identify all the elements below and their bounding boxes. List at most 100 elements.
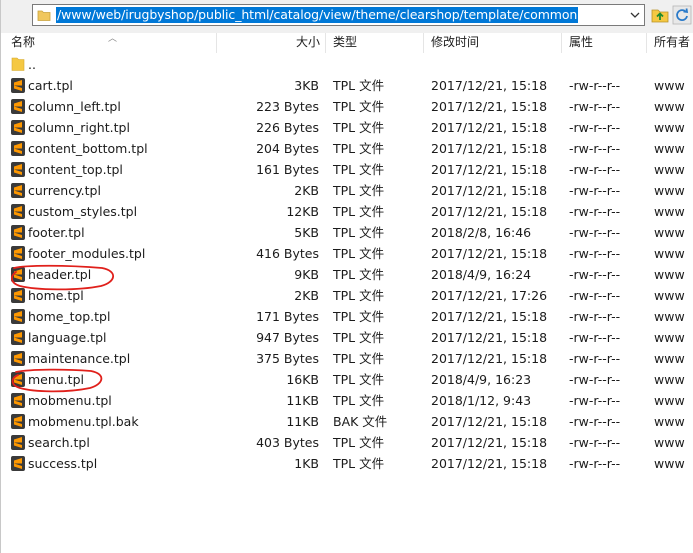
file-owner: www — [654, 162, 685, 177]
file-size: 3KB — [294, 78, 319, 93]
file-size: 2KB — [294, 183, 319, 198]
file-row[interactable]: content_bottom.tpl 204 Bytes TPL 文件 2017/12… — [1, 138, 693, 159]
path-input[interactable]: /www/web/irugbyshop/public_html/catalog/… — [56, 7, 579, 23]
sort-ascending-icon: ︿ — [108, 34, 118, 44]
file-row[interactable]: custom_styles.tpl 12KB TPL 文件 2017/12/21, 1… — [1, 201, 693, 222]
file-permissions: -rw-r--r-- — [569, 351, 621, 366]
file-name: header.tpl — [28, 267, 92, 282]
file-row[interactable]: cart.tpl 3KB TPL 文件 2017/12/21, 15:18 -rw-r-… — [1, 75, 693, 96]
sublime-text-file-icon — [11, 288, 25, 303]
path-combobox[interactable]: /www/web/irugbyshop/public_html/catalog/… — [32, 4, 645, 26]
parent-directory-label: .. — [28, 57, 36, 72]
sublime-text-file-icon — [11, 225, 25, 240]
sublime-text-file-icon — [11, 330, 25, 345]
refresh-icon[interactable] — [672, 5, 692, 25]
column-header: 名称 ︿ 大小 类型 修改时间 属性 所有者 — [1, 33, 693, 53]
file-owner: www — [654, 246, 685, 261]
column-header-size[interactable]: 大小 — [217, 33, 326, 53]
file-permissions: -rw-r--r-- — [569, 183, 621, 198]
file-modified-time: 2017/12/21, 15:18 — [431, 162, 548, 177]
file-modified-time: 2018/4/9, 16:23 — [431, 372, 532, 387]
file-row[interactable]: maintenance.tpl 375 Bytes TPL 文件 2017/12/21… — [1, 348, 693, 369]
file-row[interactable]: column_right.tpl 226 Bytes TPL 文件 2017/12/2… — [1, 117, 693, 138]
sublime-text-file-icon — [11, 162, 25, 177]
file-name: search.tpl — [28, 435, 90, 450]
column-header-permissions[interactable]: 属性 — [562, 33, 647, 53]
file-owner: www — [654, 330, 685, 345]
file-name: mobmenu.tpl.bak — [28, 414, 139, 429]
file-permissions: -rw-r--r-- — [569, 288, 621, 303]
file-modified-time: 2017/12/21, 15:18 — [431, 120, 548, 135]
file-modified-time: 2017/12/21, 15:18 — [431, 141, 548, 156]
sublime-text-file-icon — [11, 141, 25, 156]
file-owner: www — [654, 309, 685, 324]
file-modified-time: 2017/12/21, 15:18 — [431, 78, 548, 93]
file-size: 11KB — [286, 393, 319, 408]
file-name: home.tpl — [28, 288, 84, 303]
file-row[interactable]: search.tpl 403 Bytes TPL 文件 2017/12/21, 15:… — [1, 432, 693, 453]
file-permissions: -rw-r--r-- — [569, 267, 621, 282]
file-size: 204 Bytes — [256, 141, 319, 156]
file-row[interactable]: header.tpl 9KB TPL 文件 2018/4/9, 16:24 -rw-r-… — [1, 264, 693, 285]
file-row[interactable]: content_top.tpl 161 Bytes TPL 文件 2017/12/21… — [1, 159, 693, 180]
file-type: TPL 文件 — [333, 120, 385, 135]
sublime-text-file-icon — [11, 309, 25, 324]
file-row[interactable]: home.tpl 2KB TPL 文件 2017/12/21, 17:26 -rw-r-… — [1, 285, 693, 306]
file-row[interactable]: menu.tpl 16KB TPL 文件 2018/4/9, 16:23 -rw-r--… — [1, 369, 693, 390]
sublime-text-file-icon — [11, 351, 25, 366]
file-size: 226 Bytes — [256, 120, 319, 135]
file-permissions: -rw-r--r-- — [569, 372, 621, 387]
file-permissions: -rw-r--r-- — [569, 330, 621, 345]
file-row[interactable]: language.tpl 947 Bytes TPL 文件 2017/12/21, 1… — [1, 327, 693, 348]
file-row[interactable]: footer.tpl 5KB TPL 文件 2018/2/8, 16:46 -rw-r-… — [1, 222, 693, 243]
file-permissions: -rw-r--r-- — [569, 435, 621, 450]
column-header-mtime[interactable]: 修改时间 — [424, 33, 562, 53]
file-size: 161 Bytes — [256, 162, 319, 177]
file-name: maintenance.tpl — [28, 351, 131, 366]
sublime-text-file-icon — [11, 435, 25, 450]
file-permissions: -rw-r--r-- — [569, 309, 621, 324]
column-header-type[interactable]: 类型 — [326, 33, 424, 53]
file-browser-window: /www/web/irugbyshop/public_html/catalog/… — [0, 0, 693, 553]
path-toolbar: /www/web/irugbyshop/public_html/catalog/… — [1, 0, 693, 34]
file-row[interactable]: success.tpl 1KB TPL 文件 2017/12/21, 15:18 -rw… — [1, 453, 693, 474]
file-name: content_top.tpl — [28, 162, 123, 177]
file-type: TPL 文件 — [333, 162, 385, 177]
file-name: column_left.tpl — [28, 99, 121, 114]
chevron-down-icon[interactable] — [628, 8, 642, 22]
sublime-text-file-icon — [11, 204, 25, 219]
column-header-owner[interactable]: 所有者 — [647, 33, 693, 53]
parent-directory-icon[interactable] — [650, 5, 670, 25]
file-owner: www — [654, 435, 685, 450]
file-type: TPL 文件 — [333, 309, 385, 324]
file-row[interactable]: column_left.tpl 223 Bytes TPL 文件 2017/12/21… — [1, 96, 693, 117]
column-header-name[interactable]: 名称 ︿ — [1, 33, 217, 53]
file-size: 12KB — [286, 204, 319, 219]
file-name: custom_styles.tpl — [28, 204, 138, 219]
file-modified-time: 2017/12/21, 15:18 — [431, 351, 548, 366]
sublime-text-file-icon — [11, 456, 25, 471]
file-row[interactable]: currency.tpl 2KB TPL 文件 2017/12/21, 15:18 -r… — [1, 180, 693, 201]
file-type: TPL 文件 — [333, 204, 385, 219]
file-permissions: -rw-r--r-- — [569, 141, 621, 156]
sublime-text-file-icon — [11, 372, 25, 387]
file-owner: www — [654, 288, 685, 303]
file-owner: www — [654, 372, 685, 387]
parent-directory-row[interactable]: .. — [1, 54, 693, 75]
file-permissions: -rw-r--r-- — [569, 225, 621, 240]
file-owner: www — [654, 456, 685, 471]
sublime-text-file-icon — [11, 183, 25, 198]
file-modified-time: 2017/12/21, 15:18 — [431, 99, 548, 114]
file-row[interactable]: mobmenu.tpl 11KB TPL 文件 2018/1/12, 9:43 -rw-… — [1, 390, 693, 411]
file-row[interactable]: footer_modules.tpl 416 Bytes TPL 文件 2017/12… — [1, 243, 693, 264]
file-modified-time: 2018/2/8, 16:46 — [431, 225, 532, 240]
sublime-text-file-icon — [11, 78, 25, 93]
file-modified-time: 2017/12/21, 15:18 — [431, 309, 548, 324]
file-row[interactable]: home_top.tpl 171 Bytes TPL 文件 2017/12/21, 1… — [1, 306, 693, 327]
file-row[interactable]: mobmenu.tpl.bak 11KB BAK 文件 2017/12/21, 15:… — [1, 411, 693, 432]
file-name: menu.tpl — [28, 372, 84, 387]
file-owner: www — [654, 267, 685, 282]
file-type: TPL 文件 — [333, 141, 385, 156]
sublime-text-file-icon — [11, 393, 25, 408]
file-owner: www — [654, 414, 685, 429]
